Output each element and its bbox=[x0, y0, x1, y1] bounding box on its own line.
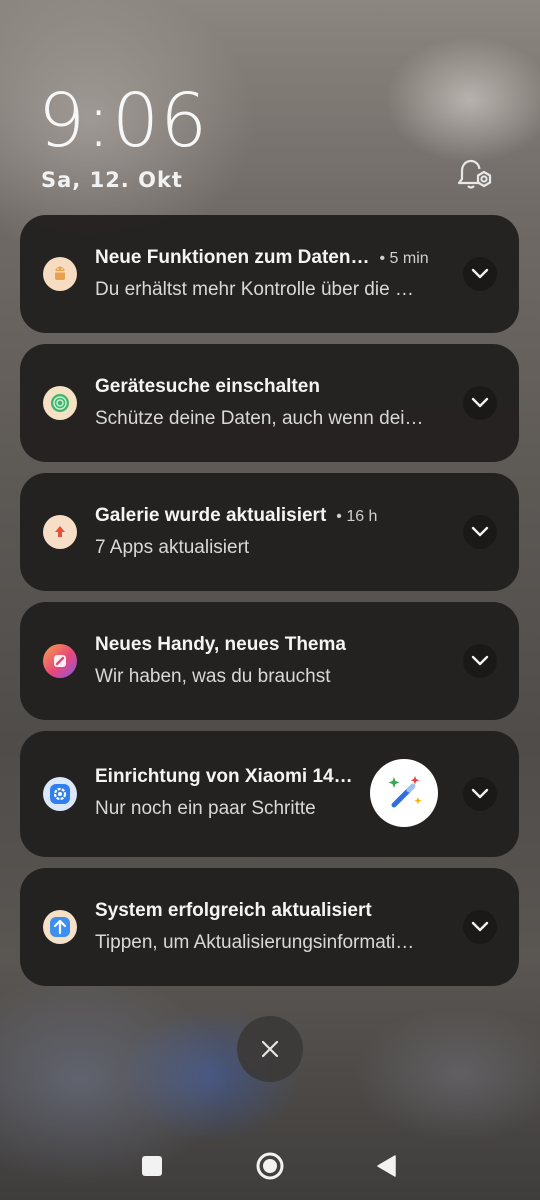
notification-card[interactable]: Galerie wurde aktualisiert • 16 h 7 Apps… bbox=[20, 473, 519, 591]
notification-body: Nur noch ein paar Schritte bbox=[95, 798, 316, 819]
chevron-down-icon bbox=[471, 788, 489, 799]
notification-title: Neues Handy, neues Thema bbox=[95, 634, 346, 655]
expand-button[interactable] bbox=[463, 257, 497, 291]
notification-card[interactable]: Neues Handy, neues Thema Wir haben, was … bbox=[20, 602, 519, 720]
notification-title: Galerie wurde aktualisiert bbox=[95, 505, 327, 526]
chevron-down-icon bbox=[471, 526, 489, 537]
clock: 9:06 bbox=[38, 78, 209, 164]
notification-body: Wir haben, was du brauchst bbox=[95, 666, 331, 687]
notification-title: Gerätesuche einschalten bbox=[95, 376, 320, 397]
bell-settings-icon bbox=[457, 159, 492, 189]
close-icon bbox=[261, 1040, 279, 1058]
expand-button[interactable] bbox=[463, 777, 497, 811]
notification-card[interactable]: System erfolgreich aktualisiert Tippen, … bbox=[20, 868, 519, 986]
notification-body: Schütze deine Daten, auch wenn dei… bbox=[95, 408, 424, 429]
expand-button[interactable] bbox=[463, 515, 497, 549]
notification-title: Einrichtung von Xiaomi 14… bbox=[95, 766, 353, 787]
nav-home-button[interactable] bbox=[250, 1146, 290, 1186]
chevron-down-icon bbox=[471, 397, 489, 408]
notification-title: System erfolgreich aktualisiert bbox=[95, 900, 372, 921]
expand-button[interactable] bbox=[463, 644, 497, 678]
clear-all-button[interactable] bbox=[237, 1016, 303, 1082]
date: Sa, 12. Okt bbox=[41, 168, 183, 192]
notification-card[interactable]: Neue Funktionen zum Daten… • 5 min Du er… bbox=[20, 215, 519, 333]
themes-brush-icon bbox=[43, 644, 77, 678]
update-arrow-icon bbox=[43, 515, 77, 549]
notification-time: • 5 min bbox=[379, 250, 429, 267]
settings-gear-icon bbox=[43, 777, 77, 811]
system-update-icon bbox=[43, 910, 77, 944]
notification-body: Tippen, um Aktualisierungsinformati… bbox=[95, 932, 415, 953]
nav-back-button[interactable] bbox=[366, 1146, 406, 1186]
triangle-back-icon bbox=[377, 1155, 396, 1177]
chevron-down-icon bbox=[471, 655, 489, 666]
expand-button[interactable] bbox=[463, 386, 497, 420]
chevron-down-icon bbox=[471, 921, 489, 932]
notification-settings-button[interactable] bbox=[456, 158, 496, 194]
circle-icon bbox=[256, 1152, 284, 1180]
notification-body: Du erhältst mehr Kontrolle über die … bbox=[95, 279, 414, 300]
magic-wand-icon bbox=[388, 776, 422, 808]
notification-body: 7 Apps aktualisiert bbox=[95, 537, 250, 558]
notification-card[interactable]: Einrichtung von Xiaomi 14… Nur noch ein … bbox=[20, 731, 519, 857]
notification-title: Neue Funktionen zum Daten… bbox=[95, 247, 370, 268]
find-device-icon bbox=[43, 386, 77, 420]
nav-recents-button[interactable] bbox=[132, 1146, 172, 1186]
expand-button[interactable] bbox=[463, 910, 497, 944]
chevron-down-icon bbox=[471, 268, 489, 279]
android-icon bbox=[43, 257, 77, 291]
magic-wand-button[interactable] bbox=[370, 759, 438, 827]
notification-card[interactable]: Gerätesuche einschalten Schütze deine Da… bbox=[20, 344, 519, 462]
square-icon bbox=[142, 1156, 162, 1176]
notification-time: • 16 h bbox=[336, 508, 378, 525]
